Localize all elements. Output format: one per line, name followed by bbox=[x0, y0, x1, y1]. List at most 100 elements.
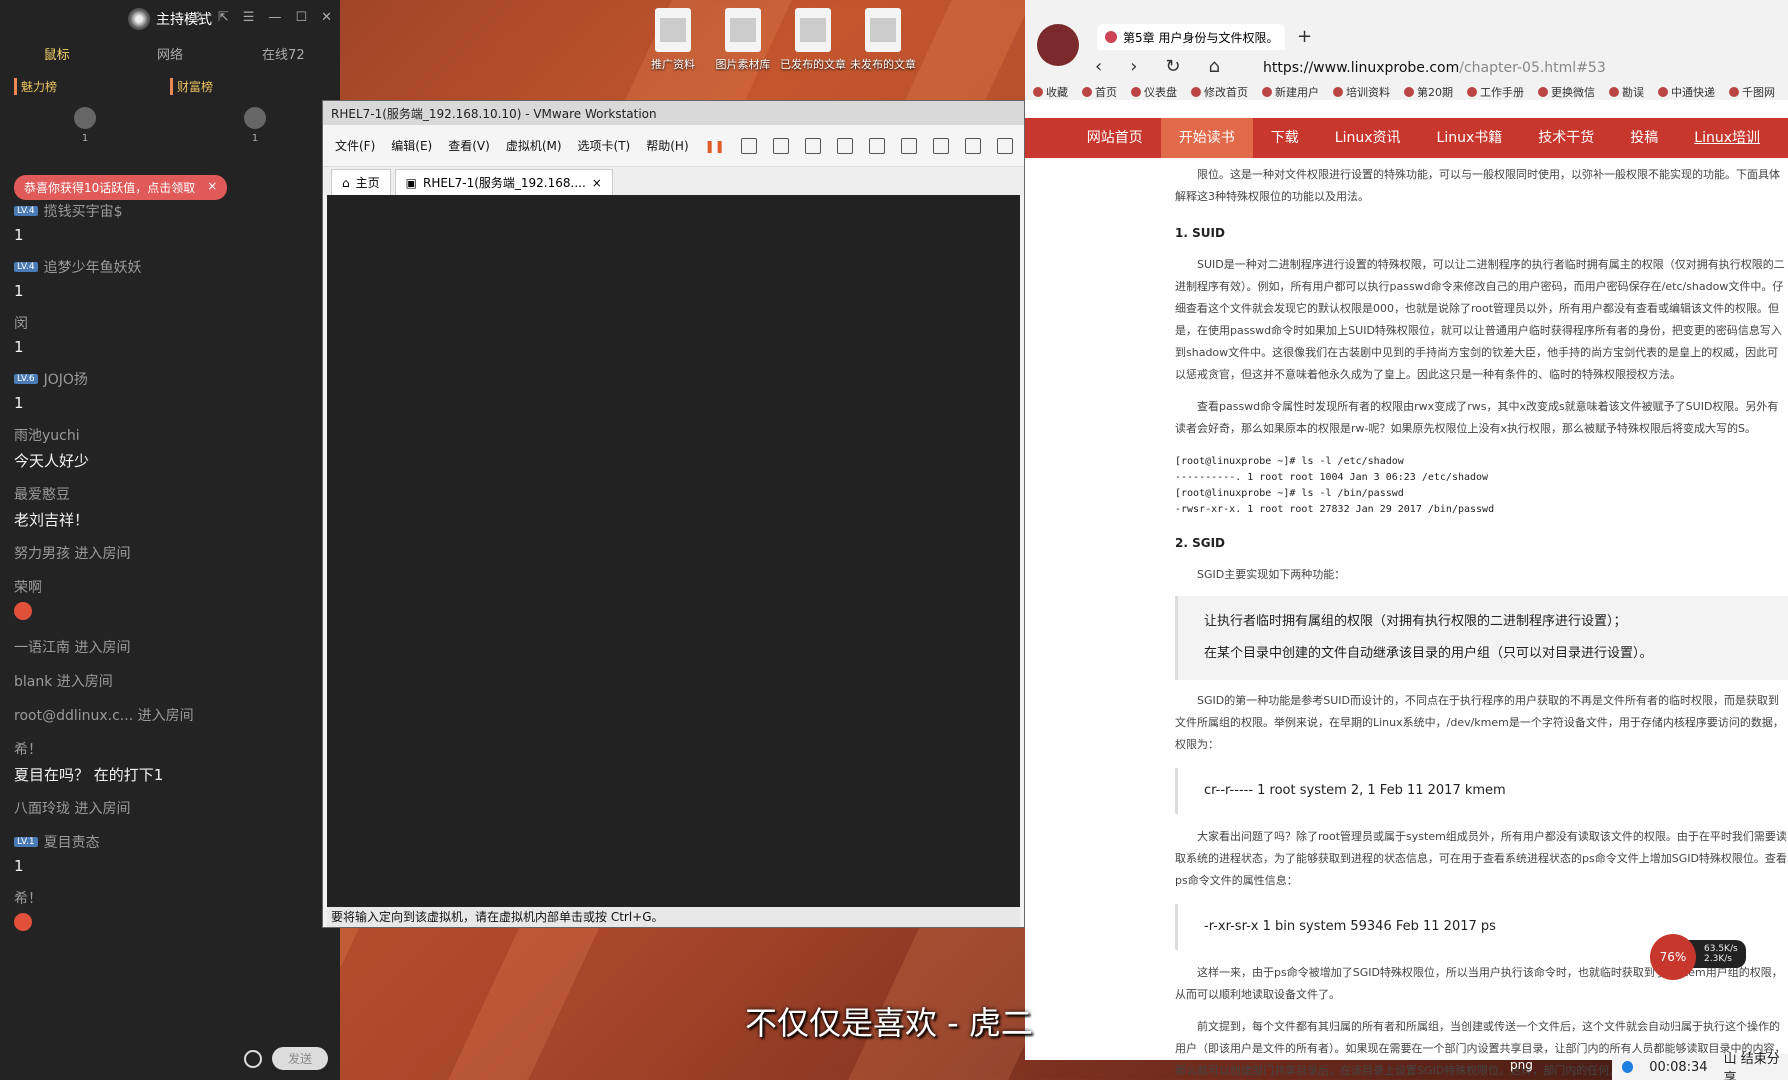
profile-avatar[interactable] bbox=[1037, 24, 1079, 66]
bookmark-item[interactable]: 工作手册 bbox=[1467, 84, 1524, 100]
bookmark-item[interactable]: 新建用户 bbox=[1262, 84, 1319, 100]
tab-close-icon[interactable]: × bbox=[592, 176, 602, 190]
revert-snapshot-icon[interactable] bbox=[804, 137, 821, 154]
suid-paragraph-2: 查看passwd命令属性时发现所有者的权限由rwx变成了rws，其中x改变成s就… bbox=[1175, 400, 1779, 435]
chat-username[interactable]: 最爱憨豆 bbox=[14, 483, 330, 505]
snapshot-icon[interactable] bbox=[772, 137, 789, 154]
chat-username[interactable]: 一语江南 进入房间 bbox=[14, 636, 330, 658]
menu-icon[interactable]: ☰ bbox=[243, 10, 255, 25]
menu-help[interactable]: 帮助(H) bbox=[646, 137, 688, 154]
browser-tab-active[interactable]: 第5章 用户身份与文件权限。 bbox=[1097, 24, 1285, 50]
bookmark-item[interactable]: 勘误 bbox=[1609, 84, 1644, 100]
bookmark-item[interactable]: 第20期 bbox=[1404, 84, 1453, 100]
bookmark-item[interactable]: 首页 bbox=[1082, 84, 1117, 100]
chat-username[interactable]: 荣啊 bbox=[14, 576, 330, 598]
desktop-icon-unpublished[interactable]: 未发布的文章 bbox=[848, 8, 918, 72]
chat-username[interactable]: LV.1 夏目责态 bbox=[14, 831, 330, 853]
level-badge: LV.4 bbox=[14, 262, 38, 272]
fullscreen-icon[interactable] bbox=[932, 137, 949, 154]
snapshot-manager-icon[interactable] bbox=[836, 137, 853, 154]
chat-username[interactable]: LV.4 追梦少年鱼妖妖 bbox=[14, 256, 330, 278]
back-icon[interactable]: ‹ bbox=[1095, 56, 1102, 77]
chat-username[interactable]: 雨池yuchi bbox=[14, 424, 330, 446]
minimize-icon[interactable]: — bbox=[268, 10, 281, 25]
console-icon[interactable] bbox=[996, 137, 1013, 154]
chat-username[interactable]: root@ddlinux.c... 进入房间 bbox=[14, 704, 330, 726]
reload-icon[interactable]: ↻ bbox=[1165, 56, 1180, 77]
intro-paragraph: 限位。这是一种对文件权限进行设置的特殊功能，可以与一般权限同时使用，以弥补一般权… bbox=[1175, 168, 1780, 203]
forward-icon[interactable]: › bbox=[1130, 56, 1137, 77]
chat-message: 雨池yuchi 今天人好少 bbox=[14, 424, 330, 471]
bookmark-item[interactable]: 更换微信 bbox=[1538, 84, 1595, 100]
reward-notice[interactable]: 恭喜你获得10话跃值，点击领取 × bbox=[14, 175, 228, 200]
menu-file[interactable]: 文件(F) bbox=[335, 137, 375, 154]
thumbnail-icon[interactable] bbox=[900, 137, 917, 154]
site-nav-item[interactable]: 投稿 bbox=[1612, 118, 1676, 158]
menu-view[interactable]: 查看(V) bbox=[448, 137, 490, 154]
username-text: root@ddlinux.c... 进入房间 bbox=[14, 708, 194, 724]
site-nav-item[interactable]: 下载 bbox=[1253, 118, 1317, 158]
bookmark-item[interactable]: 仪表盘 bbox=[1131, 84, 1177, 100]
desktop-icon-published[interactable]: 已发布的文章 bbox=[778, 8, 848, 72]
popout-icon[interactable]: ⇱ bbox=[218, 10, 229, 25]
sidebar-toggle-icon[interactable] bbox=[868, 137, 885, 154]
chat-username[interactable]: 希！ bbox=[14, 738, 330, 760]
site-nav-item[interactable]: 网站首页 bbox=[1069, 118, 1161, 158]
charm-rank-label[interactable]: 魅力榜 bbox=[14, 78, 170, 95]
tab-label: RHEL7-1(服务端_192.168.... bbox=[422, 176, 586, 190]
settings-icon[interactable]: ⚙ bbox=[192, 10, 204, 25]
maximize-icon[interactable]: ☐ bbox=[295, 10, 307, 25]
site-nav-item[interactable]: Linux培训 bbox=[1676, 118, 1778, 158]
vmware-window: RHEL7-1(服务端_192.168.10.10) - VMware Work… bbox=[322, 100, 1025, 928]
menu-vm[interactable]: 虚拟机(M) bbox=[506, 137, 562, 154]
vmware-title: RHEL7-1(服务端_192.168.10.10) - VMware Work… bbox=[323, 101, 1024, 125]
tab-online[interactable]: 在线72 bbox=[227, 44, 340, 63]
new-tab-button[interactable]: + bbox=[1297, 26, 1312, 47]
end-share-button[interactable]: 山 结束分享 bbox=[1724, 1048, 1788, 1080]
chat-username[interactable]: 闵 bbox=[14, 312, 330, 334]
site-nav-item[interactable]: 技术干货 bbox=[1520, 118, 1612, 158]
chat-username[interactable]: 八面玲珑 进入房间 bbox=[14, 797, 330, 819]
site-nav-item[interactable]: 开始读书 bbox=[1160, 118, 1253, 158]
tab-vm[interactable]: ▣ RHEL7-1(服务端_192.168.... × bbox=[394, 169, 613, 195]
wealth-rank-label[interactable]: 财富榜 bbox=[170, 78, 326, 95]
wealth-rank-top[interactable]: 1 bbox=[170, 107, 340, 165]
site-nav-item[interactable]: Linux资讯 bbox=[1317, 118, 1419, 158]
close-icon[interactable]: ✕ bbox=[321, 10, 332, 25]
username-text: 希！ bbox=[14, 891, 42, 907]
charm-rank-top[interactable]: 1 bbox=[0, 107, 170, 165]
menu-edit[interactable]: 编辑(E) bbox=[391, 137, 432, 154]
chat-username[interactable]: LV.4 揽钱买宇宙$ bbox=[14, 200, 330, 222]
chat-username[interactable]: 努力男孩 进入房间 bbox=[14, 542, 330, 564]
unity-icon[interactable] bbox=[964, 137, 981, 154]
bookmark-item[interactable]: 培训资料 bbox=[1333, 84, 1390, 100]
address-bar[interactable]: https://www.linuxprobe.com/chapter-05.ht… bbox=[1263, 60, 1606, 76]
send-button[interactable]: 发送 bbox=[271, 1047, 328, 1070]
tab-network[interactable]: 网络 bbox=[113, 44, 226, 63]
network-speed-widget[interactable]: 76% 63.5K/s 2.3K/s bbox=[1650, 934, 1746, 980]
pause-icon[interactable]: ❚❚ bbox=[705, 139, 725, 153]
vm-console-screen[interactable] bbox=[327, 195, 1020, 907]
chat-message: 荣啊 bbox=[14, 576, 330, 624]
bookmark-item[interactable]: 千图网 bbox=[1729, 84, 1775, 100]
tab-chat[interactable]: 鼠标 bbox=[0, 44, 113, 63]
emoji-icon[interactable] bbox=[243, 1049, 262, 1068]
bookmark-item[interactable]: 收藏 bbox=[1033, 84, 1068, 100]
chat-username[interactable]: blank 进入房间 bbox=[14, 670, 330, 692]
notice-close-icon[interactable]: × bbox=[207, 179, 217, 196]
chat-username[interactable]: 希！ bbox=[14, 887, 330, 909]
browser-window: 第5章 用户身份与文件权限。 + ‹ › ↻ ⌂ https://www.lin… bbox=[1025, 0, 1788, 1077]
site-nav-item[interactable]: Linux书籍 bbox=[1419, 118, 1521, 158]
menu-tabs[interactable]: 选项卡(T) bbox=[578, 137, 631, 154]
bookmark-item[interactable]: 修改首页 bbox=[1191, 84, 1248, 100]
tab-home[interactable]: ⌂ 主页 bbox=[331, 169, 391, 195]
bookmark-icon bbox=[1033, 87, 1043, 97]
bookmark-item[interactable]: 中通快递 bbox=[1658, 84, 1715, 100]
send-ctrl-alt-del-icon[interactable] bbox=[740, 137, 757, 154]
desktop-icon-images[interactable]: 图片素材库 bbox=[708, 8, 778, 72]
home-icon[interactable]: ⌂ bbox=[1209, 56, 1220, 77]
username-text: 雨池yuchi bbox=[14, 428, 80, 444]
chat-username[interactable]: LV.6 JOJO扬 bbox=[14, 368, 330, 390]
chat-message: 一语江南 进入房间 bbox=[14, 636, 330, 658]
desktop-icon-promo[interactable]: 推广资料 bbox=[638, 8, 708, 72]
